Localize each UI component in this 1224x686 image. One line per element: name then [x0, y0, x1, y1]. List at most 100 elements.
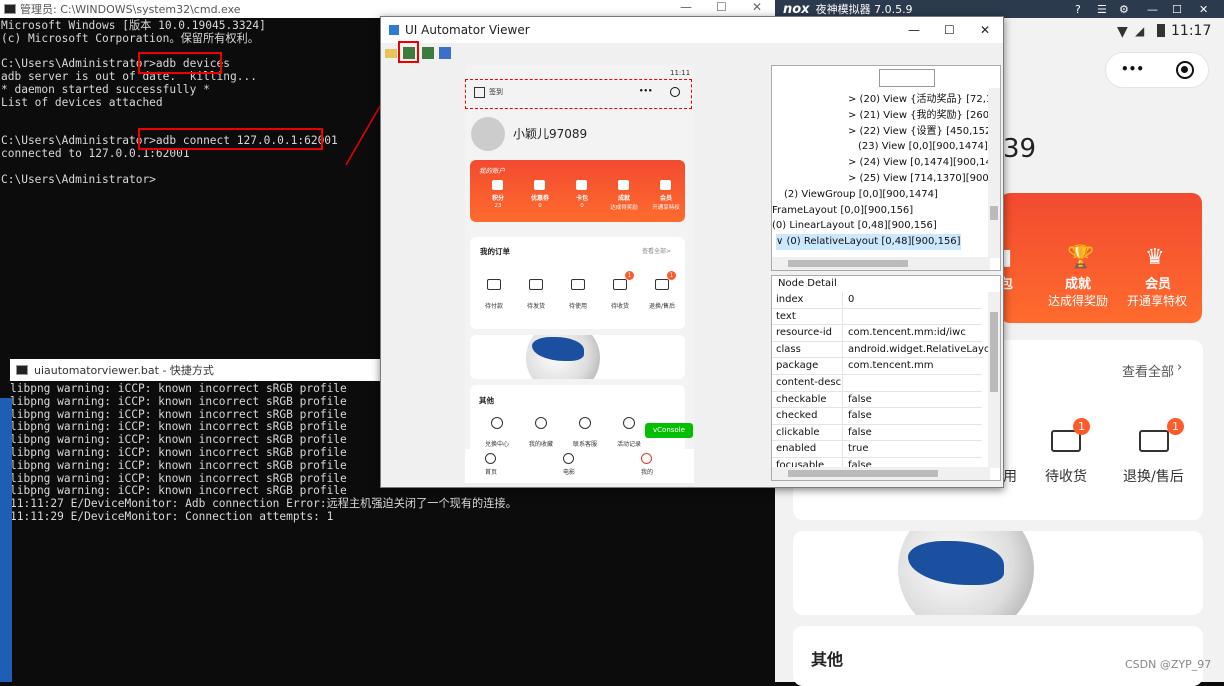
help-icon[interactable]: ? — [1075, 3, 1081, 16]
other-icon — [579, 417, 591, 429]
other-label[interactable]: 兑换中心 — [476, 439, 518, 448]
tree-node[interactable]: > (22) View {设置} [450,1526 — [848, 124, 998, 140]
node-detail-key: clickable — [776, 426, 820, 438]
stat-value: 0 — [538, 203, 542, 209]
node-detail-row[interactable]: package com.tencent.mm — [772, 358, 982, 375]
node-detail-row[interactable]: index 0 — [772, 292, 982, 309]
order-label[interactable]: 退换/售后 — [642, 301, 682, 310]
automator-maximize-button[interactable]: ☐ — [944, 23, 955, 37]
order-label[interactable]: 待收货 — [600, 301, 640, 310]
nd-hscroll[interactable] — [772, 467, 990, 480]
menu-icon[interactable]: ☰ — [1097, 3, 1107, 16]
order-icon — [571, 279, 585, 290]
hierarchy-tree[interactable]: > (20) View {活动奖品} [72,1 > (21) View {我的奖… — [771, 65, 1001, 271]
automator-close-button[interactable]: ✕ — [980, 23, 990, 37]
tab-label[interactable]: 首页 — [479, 467, 503, 476]
phone-more-icon[interactable]: ••• — [639, 87, 652, 95]
node-detail-table[interactable]: index 0 text resource-id com.tencent.mm:id/i… — [772, 292, 996, 475]
device-screenshot[interactable]: 11:11 签到 ••• 小颖儿97089 我的账户 积分 23 优惠券 0 卡包 0 成就… — [465, 65, 694, 483]
order-label[interactable]: 待使用 — [558, 301, 598, 310]
node-detail-row[interactable]: text — [772, 308, 982, 326]
checkin-label[interactable]: 签到 — [489, 87, 503, 97]
stat-value: 达成得奖励 — [610, 205, 638, 211]
order-return[interactable]: 退换/售后 — [1123, 466, 1184, 486]
node-detail-row[interactable]: checked false — [772, 408, 982, 425]
other-label[interactable]: 活动记录 — [608, 439, 650, 448]
capsule-menu[interactable]: ••• — [1105, 52, 1209, 88]
node-detail-row[interactable]: class android.widget.RelativeLayou — [772, 341, 996, 359]
nd-vscroll[interactable] — [988, 292, 1000, 468]
tree-node[interactable]: FrameLayout [0,0][900,156] — [772, 203, 913, 219]
open-folder-icon[interactable] — [385, 49, 397, 58]
nox-minimize-button[interactable]: — — [1147, 3, 1158, 16]
tree-node[interactable]: > (20) View {活动奖品} [72,1 — [848, 92, 992, 108]
phone-others-title: 其他 — [479, 396, 494, 405]
automator-titlebar[interactable]: UI Automator Viewer — ☐ ✕ — [381, 17, 1003, 43]
nox-maximize-button[interactable]: ☐ — [1172, 3, 1182, 16]
node-detail-value: false — [848, 393, 872, 405]
node-detail-row[interactable]: resource-id com.tencent.mm:id/iwc — [772, 325, 982, 342]
compressed-screenshot-icon[interactable] — [422, 47, 434, 59]
stat-achievement: 成就 — [1065, 277, 1092, 292]
tree-node[interactable]: (0) LinearLayout [0,48][900,156] — [772, 218, 937, 234]
node-detail-divider — [842, 325, 843, 342]
tree-node[interactable]: (2) ViewGroup [0,0][900,1474] — [784, 187, 938, 203]
view-all-link[interactable]: 查看全部 — [1122, 361, 1174, 380]
node-detail-row[interactable]: clickable false — [772, 424, 982, 442]
desktop-strip — [0, 398, 12, 682]
node-detail-key: class — [776, 343, 801, 355]
watermark: CSDN @ZYP_97 — [1125, 658, 1212, 671]
node-detail-key: enabled — [776, 443, 817, 455]
phone-close-icon[interactable] — [670, 87, 680, 97]
console-line: 11:11:29 E/DeviceMonitor: Connection att… — [10, 509, 334, 523]
order-pending-receive[interactable]: 待收货 — [1045, 466, 1087, 486]
order-label[interactable]: 待付款 — [474, 301, 514, 310]
tree-node[interactable]: (23) View [0,0][900,1474] — [858, 139, 988, 155]
other-icon — [623, 417, 635, 429]
bat-window: uiautomatorviewer.bat - 快捷方式 libpng warn… — [10, 359, 517, 679]
node-detail-row[interactable]: checkable false — [772, 391, 982, 409]
stat-achievement-sub: 达成得奖励 — [1048, 294, 1109, 308]
tree-node[interactable]: > (24) View [0,1474][900,14 — [848, 155, 992, 171]
phone-orders-all[interactable]: 查看全部> — [642, 246, 671, 255]
node-detail-divider — [842, 441, 843, 458]
order-label[interactable]: 待发货 — [516, 301, 556, 310]
node-detail-divider — [842, 308, 843, 325]
tree-hscroll[interactable] — [772, 257, 990, 270]
tree-search-box[interactable] — [879, 69, 935, 87]
save-icon[interactable] — [439, 47, 451, 59]
avatar[interactable] — [471, 117, 505, 151]
settings-icon[interactable]: ⚙ — [1119, 3, 1129, 16]
automator-minimize-button[interactable]: — — [908, 23, 920, 37]
node-detail-divider — [842, 391, 843, 408]
other-icon — [491, 417, 503, 429]
nox-title: 夜神模拟器 7.0.5.9 — [815, 3, 913, 16]
tree-node[interactable]: > (25) View [714,1370][900, — [848, 171, 992, 187]
bat-titlebar[interactable]: uiautomatorviewer.bat - 快捷方式 — [10, 359, 380, 381]
stat-label: 积分 — [491, 195, 504, 202]
node-detail-row[interactable]: enabled true — [772, 441, 982, 458]
vconsole-button[interactable]: vConsole — [645, 423, 693, 438]
globe-banner[interactable] — [793, 531, 1203, 615]
other-label[interactable]: 联系客服 — [564, 439, 606, 448]
order-badge-2: 1 — [1167, 418, 1184, 435]
tab-label[interactable]: 我的 — [635, 467, 659, 476]
capsule-close-icon[interactable] — [1176, 61, 1194, 79]
stat-label: 卡包 — [575, 195, 588, 202]
phone-orders-title: 我的订单 — [480, 247, 510, 256]
other-label[interactable]: 我的收藏 — [520, 439, 562, 448]
more-icon[interactable]: ••• — [1121, 62, 1144, 76]
node-detail-value: android.widget.RelativeLayou — [848, 343, 997, 355]
nox-close-button[interactable]: ✕ — [1199, 3, 1208, 16]
phone-globe-banner[interactable] — [470, 335, 685, 379]
node-detail-key: index — [776, 294, 804, 305]
tree-node[interactable]: > (21) View {我的奖励} [260, — [848, 108, 992, 124]
tree-node[interactable]: ∨ (0) RelativeLayout [0,48][900,156] — [776, 234, 961, 250]
node-detail-row[interactable]: content-desc — [772, 375, 982, 392]
stat-label: 会员 — [659, 195, 672, 202]
tree-vscroll[interactable] — [988, 88, 1000, 258]
tab-label[interactable]: 电影 — [557, 467, 581, 476]
node-detail-divider — [842, 408, 843, 425]
tab-icon — [641, 453, 652, 464]
others-title: 其他 — [811, 650, 844, 669]
